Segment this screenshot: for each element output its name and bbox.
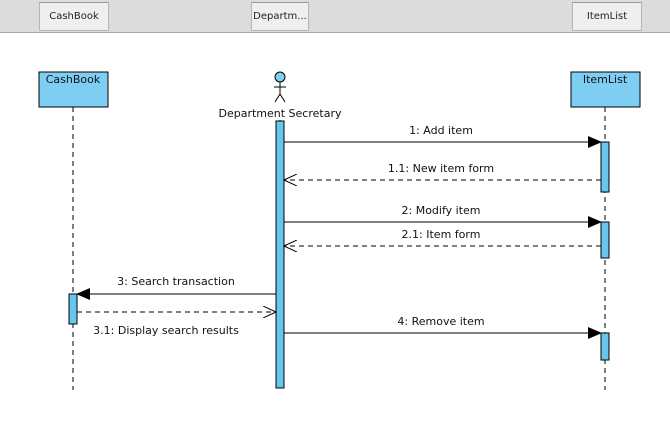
message-4-label: 4: Remove item bbox=[397, 315, 484, 328]
lifeline-cashbook-label: CashBook bbox=[46, 73, 101, 86]
message-3-1-label: 3.1: Display search results bbox=[93, 324, 239, 337]
lifeline-itemlist-label: ItemList bbox=[583, 73, 628, 86]
actor-department-secretary[interactable]: Department Secretary bbox=[219, 71, 342, 120]
lifeline-cashbook[interactable]: CashBook bbox=[38, 71, 109, 108]
message-1-label: 1: Add item bbox=[409, 124, 473, 137]
message-3-search-transaction[interactable]: 3: Search transaction bbox=[76, 275, 276, 300]
message-1-1-label: 1.1: New item form bbox=[388, 162, 494, 175]
sequence-diagram: CashBook ItemList Department Secretary 1… bbox=[38, 71, 641, 390]
message-2-1-label: 2.1: Item form bbox=[402, 228, 481, 241]
activation-itemlist-1[interactable] bbox=[600, 141, 610, 193]
message-3-label: 3: Search transaction bbox=[117, 275, 235, 288]
message-1-add-item[interactable]: 1: Add item bbox=[284, 124, 602, 148]
activation-secretary[interactable] bbox=[275, 120, 285, 389]
message-2-label: 2: Modify item bbox=[402, 204, 481, 217]
stick-figure-icon bbox=[274, 71, 286, 103]
message-3-1-display-search-results[interactable]: 3.1: Display search results bbox=[77, 312, 276, 337]
lifeline-itemlist[interactable]: ItemList bbox=[570, 71, 641, 108]
message-2-1-item-form[interactable]: 2.1: Item form bbox=[284, 228, 601, 246]
activation-cashbook[interactable] bbox=[68, 293, 78, 325]
message-4-remove-item[interactable]: 4: Remove item bbox=[284, 315, 602, 339]
actor-secretary-label: Department Secretary bbox=[219, 107, 342, 120]
message-2-modify-item[interactable]: 2: Modify item bbox=[284, 204, 602, 228]
activation-itemlist-3[interactable] bbox=[600, 332, 610, 361]
activation-itemlist-2[interactable] bbox=[600, 221, 610, 259]
message-1-1-new-item-form[interactable]: 1.1: New item form bbox=[284, 162, 601, 180]
